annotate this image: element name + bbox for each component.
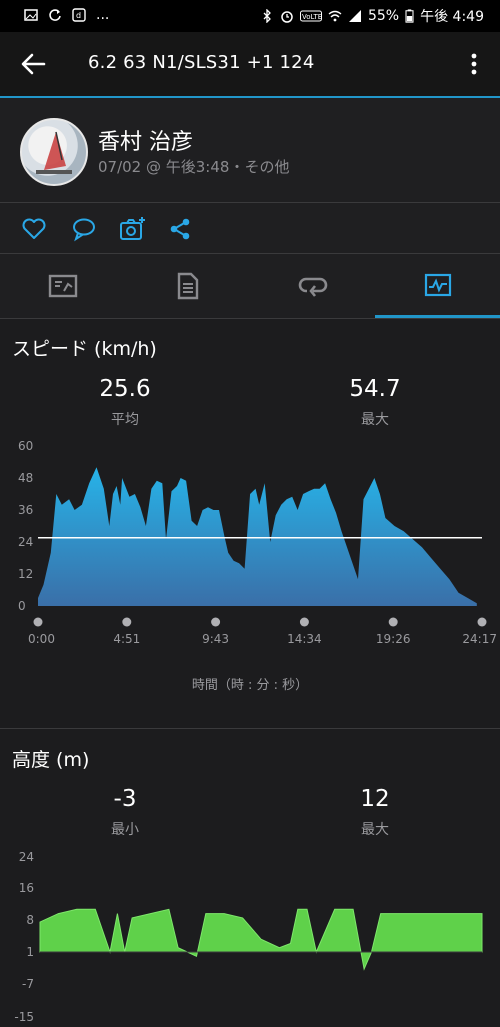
tab-summary[interactable]	[0, 254, 125, 318]
speed-chart: 60 48 36 24 12 0 0:00 4:51 9:43 14:34 19:26 24:17	[18, 439, 497, 646]
sync-icon	[49, 9, 61, 21]
altitude-y-tick-label: 1	[26, 945, 34, 959]
altitude-chart: 24 16 8 1 -7 -15	[14, 850, 483, 1024]
speed-x-tick-label: 24:17	[462, 632, 497, 646]
summary-map-icon	[48, 274, 77, 298]
wifi-icon	[328, 10, 342, 22]
svg-text:d: d	[76, 11, 81, 20]
speed-y-tick-label: 0	[18, 599, 26, 613]
battery-icon	[405, 9, 414, 23]
speed-max-value: 54.7	[349, 376, 401, 402]
charts-graph-icon	[424, 273, 451, 296]
speed-y-tick-label: 24	[18, 535, 33, 549]
altitude-section-title: 高度 (m)	[12, 749, 90, 771]
avatar-windsurf-image	[36, 131, 72, 174]
activity-header: 香村 治彦 07/02 @ 午後3:48・その他	[0, 98, 500, 203]
speed-x-tick-dot	[122, 617, 132, 627]
speed-y-tick-label: 48	[18, 471, 33, 485]
altitude-min-value: -3	[113, 786, 137, 812]
status-right: VoLTE 55% 午後 4:49	[260, 6, 484, 26]
speed-max-label: 最大	[361, 412, 389, 428]
speed-x-tick-label: 14:34	[287, 632, 322, 646]
speed-average-label: 平均	[111, 412, 139, 428]
tab-charts[interactable]	[375, 254, 500, 318]
share-icon[interactable]	[166, 215, 194, 243]
app-toolbar: 6.2 63 N1/SLS31 +1 124	[0, 32, 500, 98]
user-name[interactable]: 香村 治彦	[98, 124, 193, 156]
altitude-y-tick-label: 16	[19, 881, 34, 895]
altitude-max-label: 最大	[361, 822, 389, 838]
more-vert-icon[interactable]	[466, 50, 482, 78]
tab-laps[interactable]	[250, 254, 375, 318]
speed-x-tick-label: 9:43	[202, 632, 229, 646]
alarm-icon	[281, 11, 293, 23]
speed-x-tick-dot	[33, 617, 43, 627]
tab-details[interactable]	[125, 254, 250, 318]
gallery-icon	[24, 9, 38, 21]
garmin-connect-icon: d	[72, 8, 86, 22]
altitude-y-tick-label: -15	[14, 1010, 34, 1024]
speed-y-tick-label: 12	[18, 567, 33, 581]
avatar[interactable]	[20, 118, 88, 186]
speed-x-tick-label: 0:00	[28, 632, 55, 646]
like-heart-icon[interactable]	[20, 215, 48, 243]
speed-y-tick-label: 60	[18, 439, 33, 453]
altitude-y-tick-label: 24	[19, 850, 34, 864]
speed-y-tick-label: 36	[18, 503, 33, 517]
speed-x-tick-dot	[477, 617, 487, 627]
speed-section-title: スピード (km/h)	[12, 338, 157, 360]
speed-average-value: 25.6	[99, 376, 151, 402]
activity-title: 6.2 63 N1/SLS31 +1 124	[88, 52, 315, 73]
status-time: 午後 4:49	[420, 9, 484, 25]
comment-icon[interactable]	[70, 215, 98, 243]
volte-icon: VoLTE	[299, 10, 322, 22]
speed-x-tick-label: 19:26	[376, 632, 411, 646]
status-left: d ...	[24, 7, 109, 23]
bluetooth-icon	[263, 9, 271, 23]
altitude-min-label: 最小	[111, 822, 139, 838]
laps-loop-icon	[298, 277, 327, 297]
altitude-y-tick-label: 8	[26, 913, 34, 927]
speed-x-tick-dot	[388, 617, 398, 627]
speed-x-tick-dot	[211, 617, 221, 627]
activity-tabs	[0, 254, 500, 319]
status-bar: d ... VoLTE 55% 午後 4:49	[0, 0, 500, 32]
battery-percent: 55%	[367, 8, 400, 24]
speed-x-tick-label: 4:51	[113, 632, 140, 646]
signal-icon	[348, 10, 361, 22]
altitude-y-tick-label: -7	[22, 977, 34, 991]
speed-x-tick-dot	[299, 617, 309, 627]
activity-date-type: 07/02 @ 午後3:48・その他	[98, 158, 290, 176]
speed-x-axis-title: 時間（時 : 分 : 秒）	[191, 678, 309, 693]
section-divider	[0, 728, 500, 729]
altitude-max-value: 12	[360, 786, 390, 812]
back-arrow-icon[interactable]	[18, 50, 48, 78]
add-photo-icon[interactable]	[118, 215, 146, 243]
details-document-icon	[177, 272, 198, 300]
speed-series-area	[38, 467, 477, 606]
altitude-series-area	[39, 908, 483, 971]
svg-text:VoLTE: VoLTE	[302, 13, 322, 21]
status-more: ...	[96, 7, 110, 23]
social-actions	[0, 203, 500, 254]
